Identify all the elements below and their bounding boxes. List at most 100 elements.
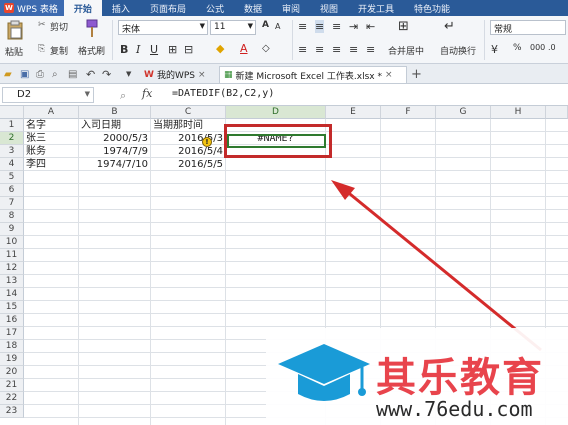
row-header[interactable]: 6 bbox=[0, 184, 24, 197]
cell-b4[interactable]: 1974/7/10 bbox=[79, 158, 150, 171]
cell-c1[interactable]: 当期那时间 bbox=[151, 119, 225, 132]
row-header[interactable]: 16 bbox=[0, 314, 24, 327]
bold-icon[interactable]: B bbox=[120, 43, 128, 56]
redo-icon[interactable]: ↷ bbox=[102, 68, 111, 81]
italic-icon[interactable]: I bbox=[136, 43, 140, 56]
menu-features[interactable]: 特色功能 bbox=[404, 0, 460, 16]
clear-format-icon[interactable]: ◇ bbox=[262, 43, 270, 54]
row-header[interactable]: 2 bbox=[0, 132, 24, 145]
cell-a3[interactable]: 账务 bbox=[24, 145, 78, 158]
select-all-corner[interactable] bbox=[0, 106, 24, 119]
copy-label[interactable]: 复制 bbox=[50, 44, 68, 57]
column-header-b[interactable]: B bbox=[79, 106, 151, 119]
row-header[interactable]: 20 bbox=[0, 366, 24, 379]
wrap-text-label[interactable]: 自动换行 bbox=[440, 44, 476, 57]
cell-c3[interactable]: 2016/5/4 bbox=[151, 145, 225, 158]
borders-icon[interactable]: ⊞ bbox=[168, 43, 177, 56]
column-header-a[interactable]: A bbox=[24, 106, 79, 119]
font-name-select[interactable]: 宋体 ▼ bbox=[118, 20, 208, 35]
thousands-button[interactable]: 000 bbox=[530, 43, 545, 52]
row-header[interactable]: 13 bbox=[0, 275, 24, 288]
tab-my-wps[interactable]: W 我的WPS × bbox=[140, 66, 218, 83]
name-box[interactable]: D2 ▼ bbox=[2, 87, 94, 103]
menu-insert[interactable]: 插入 bbox=[102, 0, 140, 16]
row-header[interactable]: 10 bbox=[0, 236, 24, 249]
menu-data[interactable]: 数据 bbox=[234, 0, 272, 16]
row-header[interactable]: 1 bbox=[0, 119, 24, 132]
row-header[interactable]: 7 bbox=[0, 197, 24, 210]
align-middle-icon[interactable]: ≡ bbox=[315, 20, 325, 33]
row-header[interactable]: 23 bbox=[0, 405, 24, 418]
export-icon[interactable]: ▤ bbox=[68, 69, 77, 80]
currency-icon[interactable]: ¥ bbox=[491, 43, 498, 56]
row-header[interactable]: 11 bbox=[0, 249, 24, 262]
row-header[interactable]: 18 bbox=[0, 340, 24, 353]
font-color-icon[interactable]: A bbox=[240, 42, 248, 55]
cell-c4[interactable]: 2016/5/5 bbox=[151, 158, 225, 171]
formula-input[interactable]: =DATEDIF(B2,C2,y) bbox=[172, 88, 274, 99]
justify-icon[interactable]: ≡ bbox=[349, 43, 358, 56]
underline-icon[interactable]: U bbox=[150, 43, 158, 56]
chevron-down-icon[interactable]: ▼ bbox=[85, 90, 90, 98]
row-header[interactable]: 8 bbox=[0, 210, 24, 223]
close-icon[interactable]: × bbox=[385, 70, 393, 80]
tab-workbook[interactable]: ▦ 新建 Microsoft Excel 工作表.xlsx * × bbox=[219, 66, 407, 83]
cell-b2[interactable]: 2000/5/3 bbox=[79, 132, 150, 145]
fill-color-icon[interactable]: ◆ bbox=[216, 42, 224, 55]
column-header-f[interactable]: F bbox=[381, 106, 436, 119]
align-right-icon[interactable]: ≡ bbox=[332, 43, 341, 56]
cell-a4[interactable]: 李四 bbox=[24, 158, 78, 171]
wrap-text-icon[interactable]: ↵ bbox=[444, 19, 455, 34]
row-header[interactable]: 15 bbox=[0, 301, 24, 314]
row-header[interactable]: 19 bbox=[0, 353, 24, 366]
close-icon[interactable]: × bbox=[198, 70, 206, 80]
row-header[interactable]: 14 bbox=[0, 288, 24, 301]
row-header[interactable]: 22 bbox=[0, 392, 24, 405]
zoom-icon[interactable]: ⌕ bbox=[120, 89, 126, 103]
outdent-icon[interactable]: ⇤ bbox=[366, 20, 375, 33]
cell-a1[interactable]: 名字 bbox=[24, 119, 78, 132]
percent-button[interactable]: % bbox=[513, 43, 522, 53]
save-icon[interactable]: ▣ bbox=[20, 69, 29, 80]
menu-home[interactable]: 开始 bbox=[63, 0, 102, 16]
column-header-d[interactable]: D bbox=[226, 106, 326, 119]
grow-font-icon[interactable]: A bbox=[262, 20, 269, 30]
menu-page-layout[interactable]: 页面布局 bbox=[140, 0, 196, 16]
row-header[interactable]: 3 bbox=[0, 145, 24, 158]
app-logo[interactable]: W WPS 表格 bbox=[0, 0, 64, 16]
number-format-select[interactable]: 常规 bbox=[490, 20, 566, 35]
font-size-select[interactable]: 11 ▼ bbox=[210, 20, 256, 35]
paste-icon[interactable] bbox=[6, 20, 24, 40]
align-center-icon[interactable]: ≡ bbox=[315, 43, 324, 56]
chevron-down-icon[interactable]: ▼ bbox=[126, 70, 131, 78]
shrink-font-icon[interactable]: A bbox=[275, 22, 280, 31]
cut-label[interactable]: 剪切 bbox=[50, 20, 68, 33]
row-header[interactable]: 17 bbox=[0, 327, 24, 340]
column-header-g[interactable]: G bbox=[436, 106, 491, 119]
indent-icon[interactable]: ⇥ bbox=[349, 20, 358, 33]
menu-review[interactable]: 审阅 bbox=[272, 0, 310, 16]
cell-c2[interactable]: 2016/5/3 bbox=[151, 132, 225, 145]
new-tab-icon[interactable]: + bbox=[411, 67, 422, 82]
menu-developer[interactable]: 开发工具 bbox=[348, 0, 404, 16]
paste-label[interactable]: 粘贴 bbox=[5, 45, 23, 58]
insert-function-icon[interactable]: fx bbox=[142, 87, 152, 100]
menu-formulas[interactable]: 公式 bbox=[196, 0, 234, 16]
row-header[interactable]: 5 bbox=[0, 171, 24, 184]
error-warning-icon[interactable]: ! bbox=[202, 137, 212, 147]
print-preview-icon[interactable]: ⌕ bbox=[52, 69, 58, 80]
copy-icon[interactable]: ⎘ bbox=[38, 44, 45, 54]
column-header-c[interactable]: C bbox=[151, 106, 226, 119]
distribute-icon[interactable]: ≡ bbox=[366, 43, 375, 56]
merge-center-icon[interactable]: ⊞ bbox=[398, 19, 409, 34]
scissors-icon[interactable]: ✂ bbox=[38, 20, 46, 30]
menu-view[interactable]: 视图 bbox=[310, 0, 348, 16]
column-header-h[interactable]: H bbox=[491, 106, 546, 119]
open-folder-icon[interactable]: ▰ bbox=[4, 69, 12, 80]
cell-a2[interactable]: 张三 bbox=[24, 132, 78, 145]
row-header[interactable]: 12 bbox=[0, 262, 24, 275]
format-painter-label[interactable]: 格式刷 bbox=[78, 44, 105, 57]
row-header[interactable]: 21 bbox=[0, 379, 24, 392]
undo-icon[interactable]: ↶ bbox=[86, 68, 95, 81]
print-icon[interactable]: ⎙ bbox=[36, 69, 44, 80]
